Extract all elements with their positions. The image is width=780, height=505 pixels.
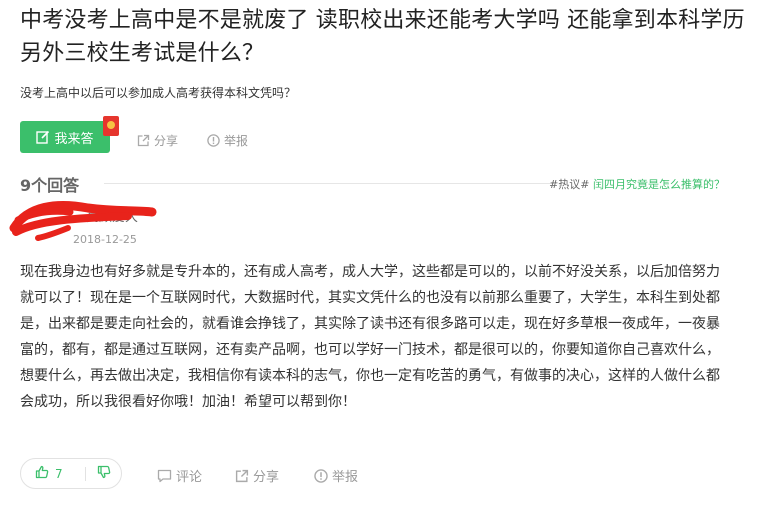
share-label: 分享: [253, 470, 280, 485]
report-icon: [314, 468, 328, 483]
report-label: 举报: [224, 134, 249, 148]
answers-count: 9个回答: [20, 176, 80, 195]
question-description: 没考上高中以后可以参加成人高考获得本科文凭吗？: [20, 86, 297, 100]
edit-icon: [36, 130, 50, 144]
like-count: 7: [55, 466, 63, 481]
red-packet-icon[interactable]: [103, 116, 119, 136]
like-button[interactable]: 7: [21, 465, 85, 482]
answer-button[interactable]: 我来答: [20, 121, 110, 153]
divider: [104, 183, 554, 184]
thumbs-up-icon: [35, 465, 49, 482]
share-label: 分享: [154, 134, 179, 148]
question-report-button[interactable]: 举报: [207, 132, 248, 149]
comment-button[interactable]: 评论: [157, 466, 202, 485]
answer-text: 现在我身边也有好多就是专升本的，还有成人高考，成人大学，这些都是可以的，以前不好…: [20, 264, 720, 410]
dislike-button[interactable]: [86, 464, 121, 483]
report-label: 举报: [332, 470, 359, 485]
answer-report-button[interactable]: 举报: [314, 466, 358, 485]
comment-icon: [157, 469, 172, 483]
question-title: 中考没考上高中是不是就废了 读职校出来还能考大学吗 还能拿到本科学历另外三校生考…: [20, 8, 745, 66]
question-share-button[interactable]: 分享: [137, 132, 178, 149]
answer-share-button[interactable]: 分享: [235, 466, 279, 485]
share-icon: [137, 134, 150, 147]
answers-header: 9个回答 #热议# 闰四月究竟是怎么推算的？: [20, 172, 725, 195]
thumbs-down-icon: [97, 464, 111, 483]
hot-topic-link[interactable]: 闰四月究竟是怎么推算的？: [593, 178, 725, 191]
vote-box: 7: [20, 458, 122, 489]
hot-topic[interactable]: #热议# 闰四月究竟是怎么推算的？: [549, 176, 725, 192]
hot-topic-label: #热议#: [549, 178, 590, 191]
share-icon: [235, 469, 249, 483]
answer-date: 2018-12-25: [73, 233, 137, 246]
report-icon: [207, 134, 220, 147]
answer-button-label: 我来答: [54, 131, 94, 147]
comment-label: 评论: [176, 470, 203, 485]
